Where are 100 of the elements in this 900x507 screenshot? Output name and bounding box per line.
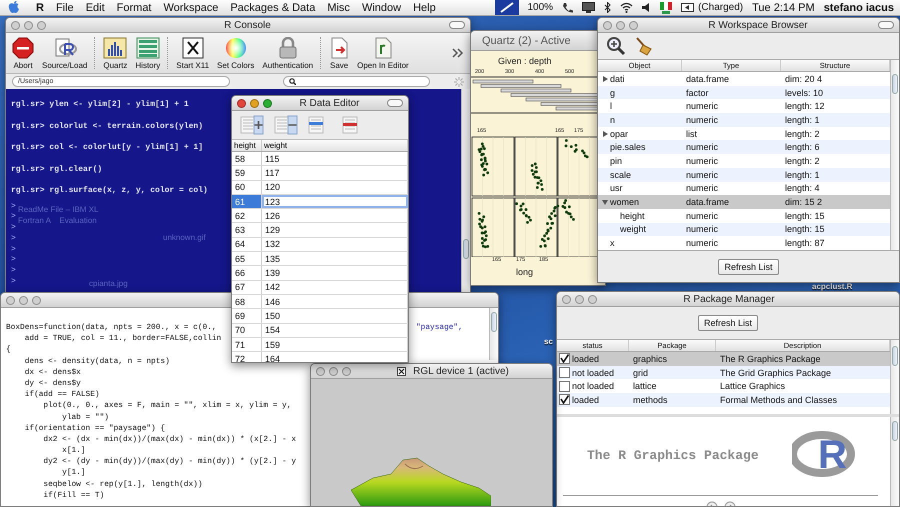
checkbox[interactable]	[559, 353, 570, 364]
flag-icon[interactable]	[660, 2, 672, 14]
table-cell[interactable]: 61	[232, 194, 262, 208]
table-cell[interactable]: 72	[232, 352, 262, 362]
table-cell[interactable]: 66	[232, 266, 262, 280]
desktop-file-label[interactable]: acpclust.R	[812, 282, 852, 291]
menu-extra-icon[interactable]	[494, 0, 518, 15]
user-name[interactable]: stefano iacus	[824, 2, 894, 14]
disclosure-triangle-icon[interactable]	[602, 76, 608, 82]
table-row[interactable]: loaded graphics The R Graphics Package	[557, 352, 890, 366]
menu-item[interactable]: Format	[110, 2, 158, 14]
menu-item[interactable]: Misc	[321, 2, 356, 14]
menu-item[interactable]: R	[30, 2, 50, 14]
table-cell[interactable]: 59	[232, 166, 262, 180]
menu-item[interactable]: Help	[407, 2, 442, 14]
minimize-button[interactable]	[329, 366, 338, 376]
minimize-button[interactable]	[19, 296, 28, 304]
scrollbar[interactable]	[890, 340, 899, 414]
table-cell[interactable]: 69	[232, 309, 262, 323]
disclosure-triangle-icon[interactable]	[602, 130, 608, 137]
toolbar-button[interactable]: Authentication	[258, 36, 318, 70]
minimize-button[interactable]	[250, 98, 259, 108]
table-cell[interactable]: 60	[232, 180, 262, 194]
zoom-button[interactable]	[588, 294, 597, 304]
toolbar-button[interactable]: Save	[325, 36, 354, 70]
column-header[interactable]: weight	[262, 140, 408, 151]
minimize-button[interactable]	[24, 20, 33, 30]
scrollbar[interactable]	[461, 89, 470, 292]
table-cell[interactable]: 62	[232, 209, 262, 222]
desktop-file-label[interactable]: sc	[544, 337, 553, 346]
checkbox[interactable]	[559, 394, 570, 406]
toolbar-button[interactable]: Quartz	[99, 36, 132, 70]
table-cell[interactable]: 64	[232, 238, 262, 252]
toolbar-button[interactable]: Open In Editor	[353, 36, 413, 70]
wifi-icon[interactable]	[620, 2, 634, 13]
volume-icon[interactable]	[642, 2, 652, 13]
remove-column-icon[interactable]	[274, 115, 298, 135]
table-row[interactable]: usr numeric length: 4	[598, 182, 890, 196]
table-row[interactable]: women data.frame dim: 15 2	[598, 195, 890, 209]
table-cell[interactable]: 58	[232, 152, 262, 166]
table-row[interactable]: weight numeric length: 15	[598, 222, 890, 236]
table-row[interactable]: pie.sales numeric length: 6	[598, 140, 890, 154]
zoom-in-icon[interactable]	[606, 36, 626, 56]
scrollbar[interactable]	[890, 60, 899, 250]
toolbar-toggle-button[interactable]	[448, 21, 465, 29]
close-button[interactable]	[6, 296, 15, 304]
refresh-list-button[interactable]: Refresh List	[698, 315, 758, 331]
toolbar-toggle-button[interactable]	[387, 99, 403, 107]
table-row[interactable]: scale numeric length: 1	[598, 168, 890, 182]
zoom-button[interactable]	[629, 20, 638, 30]
table-row[interactable]: g factor levels: 10	[598, 86, 890, 100]
close-button[interactable]	[316, 366, 325, 376]
close-button[interactable]	[603, 20, 612, 30]
zoom-button[interactable]	[32, 296, 41, 304]
table-cell[interactable]: 63	[232, 223, 262, 237]
checkbox[interactable]	[559, 380, 570, 392]
zoom-button[interactable]	[342, 366, 351, 376]
table-cell[interactable]: 70	[232, 324, 262, 337]
apple-menu-icon[interactable]	[8, 1, 20, 14]
close-button[interactable]	[237, 98, 246, 108]
close-button[interactable]	[562, 294, 571, 304]
add-column-icon[interactable]	[240, 115, 264, 135]
scrollbar[interactable]	[890, 417, 899, 506]
table-row[interactable]: not loaded grid The Grid Graphics Package	[557, 366, 890, 380]
desktop-file-label: Fortran A Evaluation	[18, 216, 97, 225]
column-header[interactable]: height	[232, 140, 262, 151]
zoom-button[interactable]	[263, 98, 272, 108]
minimize-button[interactable]	[616, 20, 625, 30]
bluetooth-icon[interactable]	[604, 2, 612, 13]
table-row[interactable]: loaded methods Formal Methods and Classes	[557, 393, 890, 407]
more-chevron-icon[interactable]	[452, 48, 464, 58]
menu-item[interactable]: File	[50, 2, 80, 14]
table-cell[interactable]: 68	[232, 294, 262, 308]
table-cell[interactable]: 123	[262, 194, 408, 208]
table-row[interactable]: n numeric length: 1	[598, 113, 890, 127]
display-icon[interactable]	[582, 2, 596, 13]
toolbar-button[interactable]: History	[131, 36, 164, 70]
table-cell[interactable]: 71	[232, 338, 262, 352]
toolbar-button[interactable]: Source/Load	[38, 36, 92, 70]
refresh-list-button[interactable]: Refresh List	[718, 258, 779, 274]
phone-icon[interactable]	[562, 2, 574, 13]
minimize-button[interactable]	[575, 294, 584, 304]
search-field[interactable]	[283, 76, 430, 87]
broom-icon[interactable]	[634, 36, 654, 56]
table-cell[interactable]: 65	[232, 252, 262, 266]
zoom-button[interactable]	[37, 20, 46, 30]
menu-item[interactable]: Workspace	[158, 2, 224, 14]
toolbar-toggle-button[interactable]	[878, 21, 894, 29]
menu-item[interactable]: Packages & Data	[224, 2, 322, 14]
scrollbar[interactable]	[489, 308, 498, 360]
toolbar-button[interactable]: Start X11	[172, 36, 214, 70]
toolbar-button[interactable]: Set Colors	[213, 36, 258, 70]
checkbox[interactable]	[559, 367, 570, 378]
table-cell[interactable]: 67	[232, 280, 262, 294]
battery-icon[interactable]	[681, 3, 696, 12]
close-button[interactable]	[11, 20, 20, 30]
disclosure-triangle-icon[interactable]	[602, 199, 608, 206]
menu-item[interactable]: Window	[356, 2, 408, 14]
menu-item[interactable]: Edit	[80, 2, 111, 14]
toolbar-button[interactable]: Abort	[8, 36, 38, 70]
